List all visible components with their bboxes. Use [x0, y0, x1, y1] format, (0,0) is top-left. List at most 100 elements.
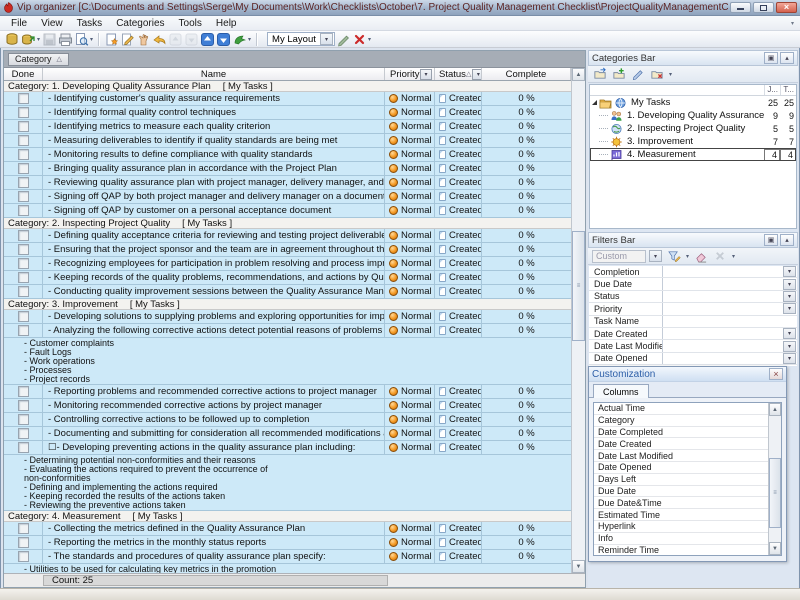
category-row[interactable]: Category: 1. Developing Quality Assuranc… [4, 81, 571, 92]
task-row[interactable]: - Identifying formal quality control tec… [4, 106, 571, 120]
task-row[interactable]: - Defining quality acceptance criteria f… [4, 229, 571, 243]
menu-item-tools[interactable]: Tools [172, 17, 209, 30]
filter-preset-dropdown-icon[interactable]: ▾ [649, 250, 662, 262]
customization-titlebar[interactable]: Customization × [589, 367, 786, 382]
task-checkbox[interactable] [18, 205, 29, 216]
column-list-item[interactable]: Days Left [594, 474, 768, 486]
task-checkbox[interactable] [18, 107, 29, 118]
edit-layout-icon[interactable] [335, 31, 351, 47]
task-row[interactable]: - Analyzing the following corrective act… [4, 324, 571, 338]
category-row[interactable]: Category: 4. Measurement[ My Tasks ] [4, 511, 571, 522]
open-dropdown-icon[interactable]: ▾ [37, 36, 40, 43]
move-down-icon[interactable] [183, 31, 199, 47]
column-list-item[interactable]: Hyperlink [594, 521, 768, 533]
category-row[interactable]: Category: 2. Inspecting Project Quality[… [4, 218, 571, 229]
customization-close-button[interactable]: × [769, 368, 783, 380]
task-row[interactable]: - Bringing quality assurance plan in acc… [4, 162, 571, 176]
filter-row[interactable]: Date Last Modified▾ [589, 340, 797, 352]
task-checkbox[interactable] [18, 442, 29, 453]
recurrence-icon[interactable] [231, 31, 247, 47]
filter-row[interactable]: Priority▾ [589, 303, 797, 315]
task-row[interactable]: - Monitoring recommended corrective acti… [4, 399, 571, 413]
task-checkbox[interactable] [18, 311, 29, 322]
columns-scrollbar[interactable]: ▲ ≡ ▼ [768, 403, 781, 555]
column-list-item[interactable]: Date Completed [594, 427, 768, 439]
print-icon[interactable] [57, 31, 73, 47]
add-subcategory-icon[interactable] [611, 66, 627, 82]
expander-icon[interactable] [592, 100, 597, 105]
column-list-item[interactable]: Date Opened [594, 462, 768, 474]
status-filter-dropdown-icon[interactable]: ▾ [472, 69, 482, 80]
task-checkbox[interactable] [18, 537, 29, 548]
filter-row[interactable]: Task Name [589, 316, 797, 328]
columns-scroll-up-icon[interactable]: ▲ [769, 403, 781, 416]
filters-collapse-icon[interactable]: ▴ [780, 234, 794, 246]
task-row[interactable]: - Ensuring that the project sponsor and … [4, 243, 571, 257]
layout-group-overflow-icon[interactable]: ▾ [368, 36, 371, 43]
task-row[interactable]: - The standards and procedures of qualit… [4, 550, 571, 564]
edit-filter-dropdown-icon[interactable]: ▾ [686, 253, 689, 260]
task-checkbox[interactable] [18, 325, 29, 336]
task-checkbox[interactable] [18, 400, 29, 411]
grid-scrollbar[interactable]: ▲ ≡ ▼ [571, 68, 585, 573]
filters-pin-icon[interactable]: ▣ [764, 234, 778, 246]
edit-task-icon[interactable] [119, 31, 135, 47]
tab-columns[interactable]: Columns [593, 384, 649, 398]
task-checkbox[interactable] [18, 149, 29, 160]
minimize-button[interactable] [730, 2, 751, 13]
column-list-item[interactable]: Due Date&Time [594, 497, 768, 509]
column-header-priority[interactable]: Priority ▾ [385, 68, 435, 80]
task-row[interactable]: - Monitoring results to define complianc… [4, 148, 571, 162]
task-group-overflow-icon[interactable]: ▾ [248, 36, 251, 43]
task-checkbox[interactable] [18, 428, 29, 439]
filter-dropdown-icon[interactable]: ▾ [783, 341, 796, 352]
priority-down-icon[interactable] [215, 31, 231, 47]
new-database-icon[interactable] [4, 31, 20, 47]
task-checkbox[interactable] [18, 551, 29, 562]
task-checkbox[interactable] [18, 258, 29, 269]
task-row[interactable]: - Identifying customer's quality assuran… [4, 92, 571, 106]
column-list-item[interactable]: Date Created [594, 438, 768, 450]
task-checkbox[interactable] [18, 386, 29, 397]
task-checkbox[interactable] [18, 93, 29, 104]
column-list-item[interactable]: Reminder Time [594, 545, 768, 555]
menu-item-file[interactable]: File [4, 17, 34, 30]
group-by-strip[interactable]: Category △ [4, 51, 585, 68]
edit-filter-icon[interactable] [666, 248, 682, 264]
column-list-item[interactable]: Date Last Modified [594, 450, 768, 462]
task-row[interactable]: - Signing off QAP by customer on a perso… [4, 204, 571, 218]
filter-preset-combo[interactable]: Custom [592, 250, 646, 263]
tree-item[interactable]: 2. Inspecting Project Quality55 [590, 122, 796, 135]
filter-row[interactable]: Completion▾ [589, 266, 797, 278]
layout-combo[interactable]: My Layout ▾ [267, 32, 335, 46]
column-header-done[interactable]: Done [4, 68, 43, 80]
restore-button[interactable] [753, 2, 774, 13]
task-row[interactable]: - Documenting and submitting for conside… [4, 427, 571, 441]
filter-dropdown-icon[interactable]: ▾ [783, 303, 796, 314]
task-row[interactable]: - Conducting quality improvement session… [4, 285, 571, 299]
task-row[interactable]: - Reviewing quality assurance plan with … [4, 176, 571, 190]
task-row[interactable]: - Developing solutions to supplying prob… [4, 310, 571, 324]
task-checkbox[interactable] [18, 286, 29, 297]
filter-row[interactable]: Status▾ [589, 291, 797, 303]
column-list-item[interactable]: Category [594, 415, 768, 427]
close-button[interactable]: × [776, 2, 797, 13]
filter-dropdown-icon[interactable]: ▾ [783, 328, 796, 339]
task-checkbox[interactable] [18, 121, 29, 132]
menu-item-tasks[interactable]: Tasks [70, 17, 110, 30]
column-list-item[interactable]: Due Date [594, 486, 768, 498]
task-row[interactable]: - Measuring deliverables to identify if … [4, 134, 571, 148]
count-column-2[interactable]: T... [780, 85, 796, 95]
filters-toolbar-overflow-icon[interactable]: ▾ [732, 253, 735, 260]
open-database-icon[interactable] [20, 31, 36, 47]
filter-row[interactable]: Date Opened▾ [589, 353, 797, 365]
columns-scroll-down-icon[interactable]: ▼ [769, 542, 781, 555]
delete-layout-icon[interactable] [351, 31, 367, 47]
filter-row[interactable]: Date Created▾ [589, 328, 797, 340]
column-header-complete[interactable]: Complete [482, 68, 571, 80]
filter-dropdown-icon[interactable]: ▾ [783, 291, 796, 302]
print-preview-icon[interactable] [73, 31, 89, 47]
eraser-icon[interactable] [693, 248, 709, 264]
category-row[interactable]: Category: 3. Improvement[ My Tasks ] [4, 299, 571, 310]
column-list-item[interactable]: Info [594, 533, 768, 545]
